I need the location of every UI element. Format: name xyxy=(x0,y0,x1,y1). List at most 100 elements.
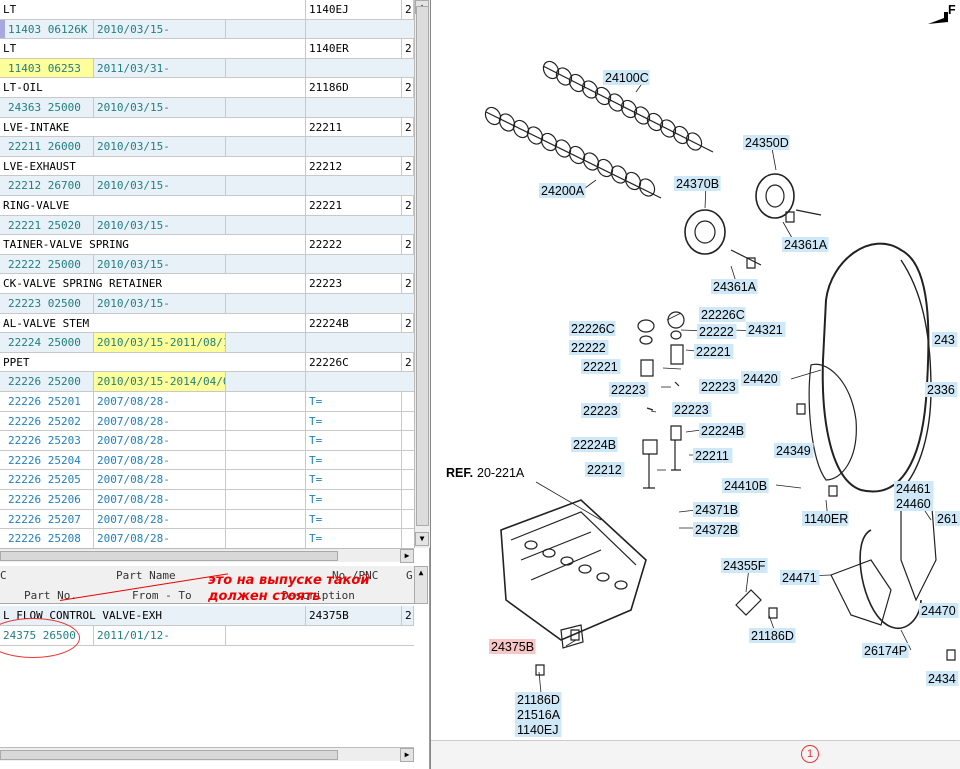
part-row[interactable]: PPET22226C2( xyxy=(0,352,414,373)
scroll-up-arrow-icon[interactable]: ▲ xyxy=(414,566,428,604)
scrollbar-thumb[interactable] xyxy=(0,750,338,760)
variant-row[interactable]: 24363 25000 2010/03/15- xyxy=(0,98,414,118)
part-callout-21186d[interactable]: 21186D xyxy=(517,693,560,707)
part-callout-24349[interactable]: 24349 xyxy=(776,444,811,458)
scrollbar-thumb[interactable] xyxy=(416,6,429,526)
part-callout-243[interactable]: 243 xyxy=(934,333,955,347)
part-detail-horizontal-scrollbar[interactable]: ▶ xyxy=(0,747,414,762)
variant-row[interactable]: 22226 25202 2007/08/28- T= xyxy=(0,411,414,432)
pnc-cell: 1140EJ xyxy=(306,0,402,19)
part-name-cell: LT xyxy=(0,39,306,58)
variant-row[interactable]: 22222 25000 2010/03/15- xyxy=(0,254,414,275)
part-row[interactable]: AL-VALVE STEM22224B2( xyxy=(0,313,414,334)
variant-row[interactable]: 11403 06253 2011/03/31- xyxy=(0,58,414,79)
empty-cell xyxy=(226,411,306,431)
part-callout-22223[interactable]: 22223 xyxy=(611,383,646,397)
header-part-name[interactable]: Part Name xyxy=(116,569,176,582)
variant-row[interactable]: 22211 26000 2010/03/15- xyxy=(0,137,414,157)
parts-table-vertical-scrollbar[interactable]: ▲ ▼ xyxy=(414,0,430,548)
front-arrow-icon xyxy=(928,12,948,24)
part-callout-22211[interactable]: 22211 xyxy=(695,449,729,463)
part-callout-24372b[interactable]: 24372B xyxy=(695,523,738,537)
part-callout-261[interactable]: 261 xyxy=(937,512,958,526)
header-from-to[interactable]: From - To xyxy=(132,589,192,602)
variant-row[interactable]: 22226 25200 2010/03/15-2014/04/06 xyxy=(0,372,414,392)
part-callout-22223[interactable]: 22223 xyxy=(701,380,736,394)
part-callout-22224b[interactable]: 22224B xyxy=(701,424,744,438)
part-row[interactable]: LT1140ER2( xyxy=(0,39,414,59)
part-callout-22222[interactable]: 22222 xyxy=(699,325,734,339)
variant-row[interactable]: 22226 25206 2007/08/28- T= xyxy=(0,490,414,510)
scroll-down-arrow-icon[interactable]: ▼ xyxy=(415,532,429,546)
variant-row[interactable]: 22224 25000 2010/03/15-2011/08/15 xyxy=(0,333,414,353)
part-callout-24361a[interactable]: 24361A xyxy=(784,238,828,252)
page-indicator[interactable]: 1 xyxy=(801,745,819,763)
variant-row[interactable]: 22226 25205 2007/08/28- T= xyxy=(0,470,414,490)
variant-row[interactable]: 22226 25207 2007/08/28- T= xyxy=(0,509,414,530)
diagram-stroke xyxy=(637,319,655,333)
part-row[interactable]: LT-OIL21186D2( xyxy=(0,78,414,98)
variant-row[interactable]: 11403 06126K 2010/03/15- xyxy=(0,19,414,40)
part-callout-2336[interactable]: 2336 xyxy=(927,383,955,397)
g-cell: 2( xyxy=(402,0,414,19)
part-callout-24361a[interactable]: 24361A xyxy=(713,280,757,294)
diagram-stroke xyxy=(671,440,681,471)
part-callout-2434[interactable]: 2434 xyxy=(928,672,956,686)
part-callout-24470[interactable]: 24470 xyxy=(921,604,956,618)
header-part-no[interactable]: Part No. xyxy=(24,589,77,602)
part-row[interactable]: TAINER-VALVE SPRING222222( xyxy=(0,235,414,255)
empty-cell xyxy=(226,529,306,548)
variant-row[interactable]: 22226 25201 2007/08/28- T= xyxy=(0,392,414,412)
part-callout-24100c[interactable]: 24100C xyxy=(605,71,649,85)
part-callout-24410b[interactable]: 24410B xyxy=(724,479,767,493)
variant-row[interactable]: 22226 25203 2007/08/28- T= xyxy=(0,431,414,451)
reference-number[interactable]: 20-221A xyxy=(477,466,525,480)
part-row[interactable]: LT1140EJ2( xyxy=(0,0,414,20)
part-callout-22223[interactable]: 22223 xyxy=(674,403,709,417)
g-cell: T= xyxy=(306,392,402,411)
part-callout-22222[interactable]: 22222 xyxy=(571,341,606,355)
diagram-stroke xyxy=(735,589,762,616)
part-callout-22221[interactable]: 22221 xyxy=(696,345,731,359)
part-callout-24420[interactable]: 24420 xyxy=(743,372,778,386)
part-callout-24471[interactable]: 24471 xyxy=(782,571,817,585)
variant-row[interactable]: 22221 25020 2010/03/15- xyxy=(0,215,414,236)
part-callout-24461[interactable]: 24461 xyxy=(896,482,931,496)
part-callout-24460[interactable]: 24460 xyxy=(896,497,931,511)
parts-table-horizontal-scrollbar[interactable]: ▶ xyxy=(0,548,414,563)
header-g[interactable]: G xyxy=(406,569,413,582)
part-callout-22224b[interactable]: 22224B xyxy=(573,438,616,452)
part-row[interactable]: LVE-INTAKE222112( xyxy=(0,117,414,138)
variant-row[interactable]: 22212 26700 2010/03/15- xyxy=(0,176,414,196)
part-row[interactable]: CK-VALVE SPRING RETAINER222232( xyxy=(0,274,414,294)
part-callout-22223[interactable]: 22223 xyxy=(583,404,618,418)
part-callout-21516a[interactable]: 21516A xyxy=(517,708,561,722)
variant-row[interactable]: 22226 25208 2007/08/28- T= xyxy=(0,529,414,548)
variant-row[interactable]: 22226 25204 2007/08/28- T= xyxy=(0,450,414,471)
part-callout-24371b[interactable]: 24371B xyxy=(695,503,738,517)
empty-cell xyxy=(226,470,306,489)
part-callout-24350d[interactable]: 24350D xyxy=(745,136,789,150)
part-callout-22212[interactable]: 22212 xyxy=(587,463,622,477)
part-callout-24370b[interactable]: 24370B xyxy=(676,177,719,191)
part-callout-22226c[interactable]: 22226C xyxy=(571,322,615,336)
diagram-stroke xyxy=(670,425,682,441)
part-row[interactable]: RING-VALVE222212( xyxy=(0,196,414,216)
part-callout-22226c[interactable]: 22226C xyxy=(701,308,745,322)
part-callout-1140er[interactable]: 1140ER xyxy=(804,512,848,526)
part-callout-24355f[interactable]: 24355F xyxy=(723,559,766,573)
scroll-right-arrow-icon[interactable]: ▶ xyxy=(400,549,414,563)
part-callout-1140ej[interactable]: 1140EJ xyxy=(517,723,558,737)
variant-row[interactable]: 22223 02500 2010/03/15- xyxy=(0,294,414,314)
part-callout-22221[interactable]: 22221 xyxy=(583,360,618,374)
scroll-right-arrow-icon[interactable]: ▶ xyxy=(400,748,414,762)
part-callout-26174p[interactable]: 26174P xyxy=(864,644,907,658)
part-callout-24375b[interactable]: 24375B xyxy=(491,640,534,654)
scrollbar-thumb[interactable] xyxy=(0,551,338,561)
g-cell: 2( xyxy=(402,235,414,254)
part-row[interactable]: LVE-EXHAUST222122( xyxy=(0,156,414,177)
part-callout-24200a[interactable]: 24200A xyxy=(541,184,585,198)
part-callout-21186d[interactable]: 21186D xyxy=(751,629,794,643)
part-callout-24321[interactable]: 24321 xyxy=(748,323,783,337)
pnc-cell: 22224B xyxy=(306,313,402,333)
